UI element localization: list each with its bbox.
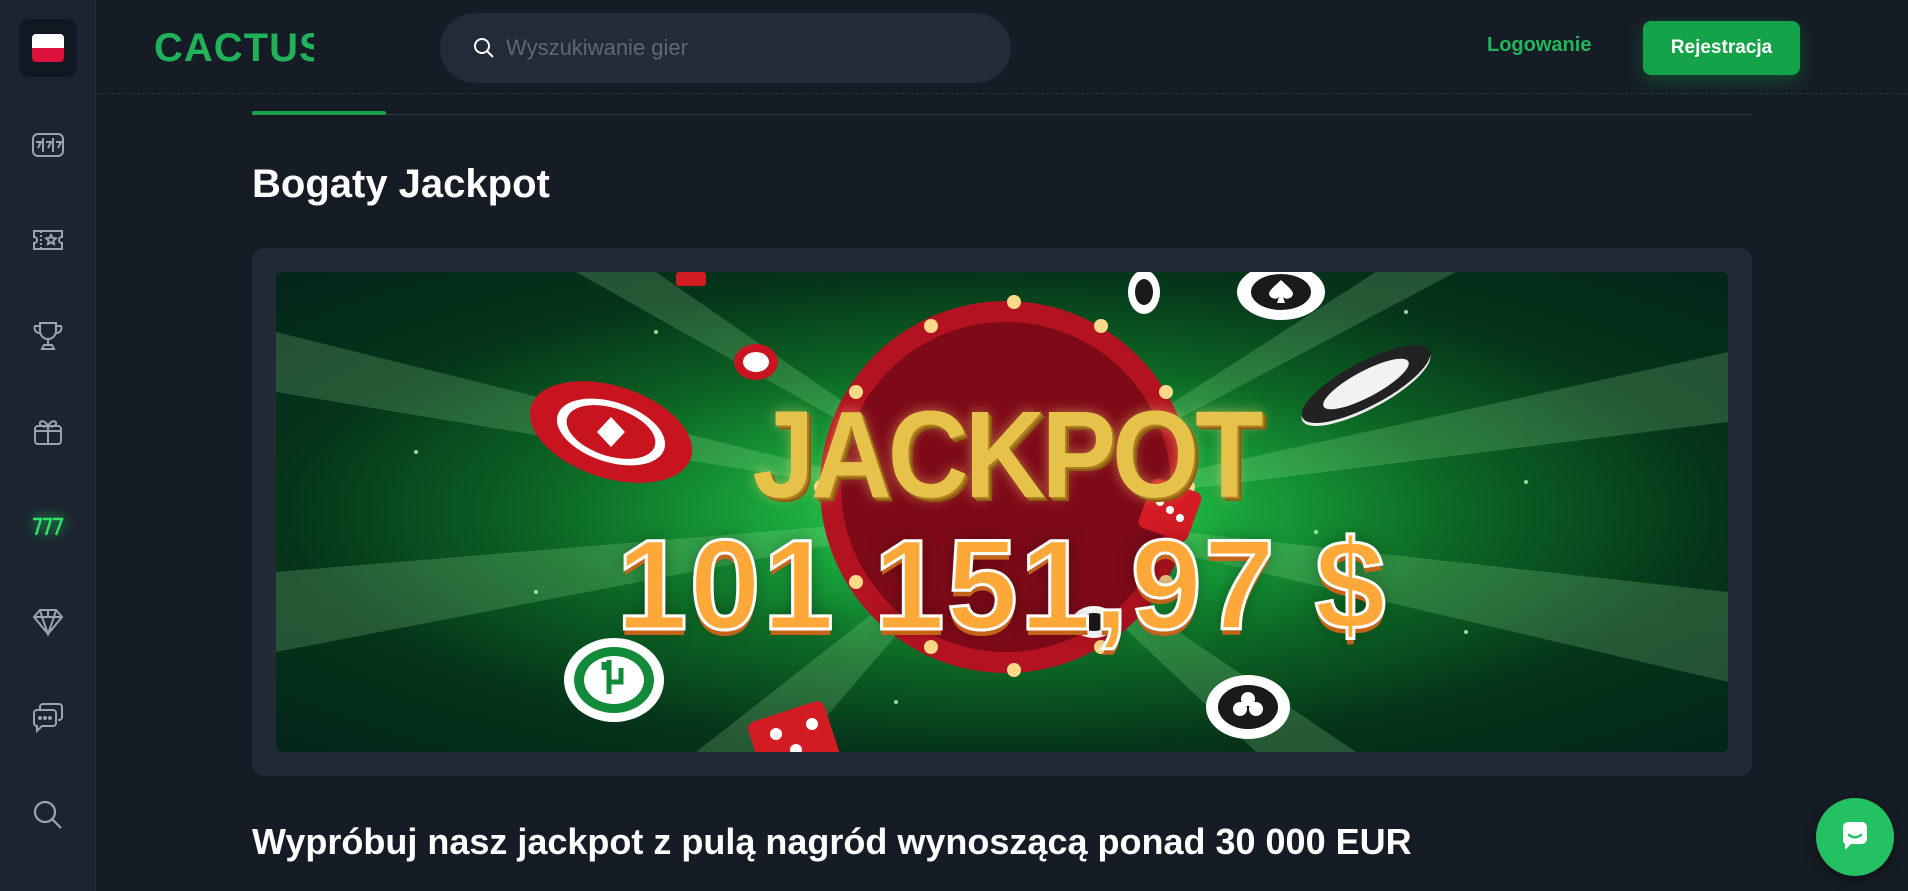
login-link[interactable]: Logowanie xyxy=(1487,34,1591,57)
trophy-icon xyxy=(33,322,63,350)
search-icon xyxy=(33,800,62,829)
gift-box-icon xyxy=(34,420,62,445)
sevens-icon xyxy=(33,517,64,536)
sidebar-item-slots[interactable] xyxy=(24,121,72,169)
slot-machine-icon xyxy=(32,133,64,157)
cactus-logo[interactable]: CACTUS xyxy=(154,25,326,73)
jackpot-banner: JACKPOT 101 151,97 $ xyxy=(276,272,1728,752)
top-header: CACTUS Logowanie Rejestracja xyxy=(97,0,1908,94)
jackpot-subtitle: Wypróbuj nasz jackpot z pulą nagród wyno… xyxy=(252,821,1412,862)
jackpot-amount: 101 151,97 $ xyxy=(615,513,1388,659)
sidebar-item-vip[interactable] xyxy=(24,598,72,646)
diamond-icon xyxy=(32,609,64,638)
chat-bubbles-icon xyxy=(33,703,63,734)
sidebar-item-jackpot[interactable] xyxy=(24,503,72,551)
sidebar-item-promotions[interactable] xyxy=(24,407,72,455)
cactus-logo-icon: CACTUS xyxy=(154,26,326,70)
svg-text:CACTUS: CACTUS xyxy=(154,26,314,69)
sidebar-item-tournaments[interactable] xyxy=(24,312,72,360)
ticket-star-icon xyxy=(33,230,63,250)
sidebar-item-support[interactable] xyxy=(24,694,72,742)
page-title: Bogaty Jackpot xyxy=(252,162,550,206)
jackpot-heading: JACKPOT xyxy=(752,385,1263,524)
sidebar-item-live-casino[interactable] xyxy=(24,216,72,264)
sidebar-item-search[interactable] xyxy=(24,791,72,839)
search-icon xyxy=(474,38,494,58)
tabs-divider xyxy=(252,114,1752,115)
live-chat-button[interactable] xyxy=(1816,798,1894,876)
search-input[interactable] xyxy=(506,35,986,61)
chat-icon xyxy=(1843,822,1867,850)
language-selector-button[interactable] xyxy=(19,19,77,77)
sidebar xyxy=(0,0,96,891)
poland-flag-icon xyxy=(32,34,64,62)
active-tab-indicator xyxy=(252,111,386,115)
game-search-bar[interactable] xyxy=(440,13,1011,83)
register-button[interactable]: Rejestracja xyxy=(1643,21,1800,75)
